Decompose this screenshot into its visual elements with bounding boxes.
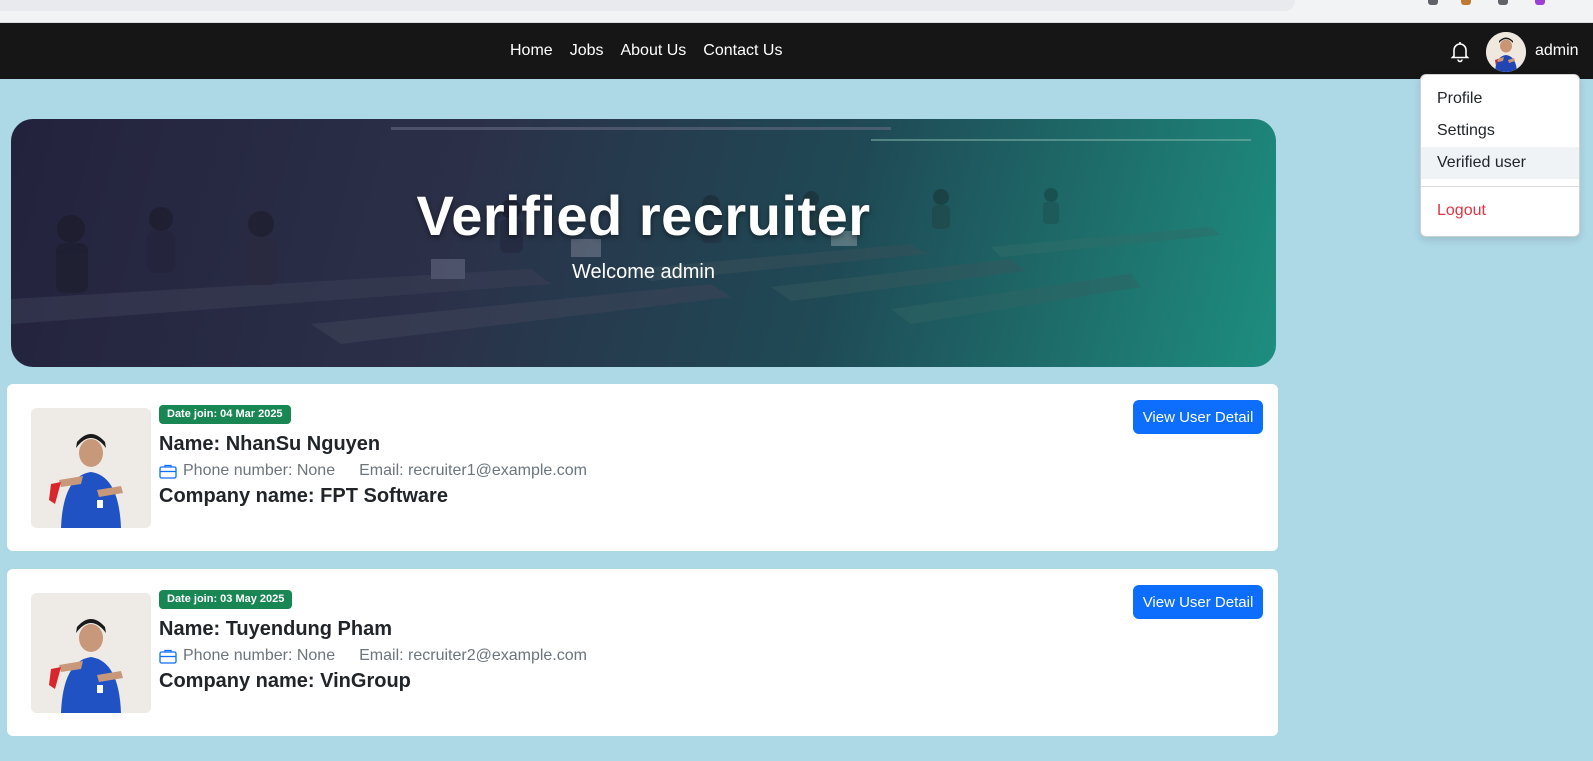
date-join-badge: Date join: 04 Mar 2025: [159, 405, 291, 424]
recruiter-contact: Phone number: None Email: recruiter2@exa…: [159, 647, 587, 665]
nav-link-home[interactable]: Home: [510, 42, 553, 60]
view-user-detail-button[interactable]: View User Detail: [1133, 400, 1263, 434]
nav-link-jobs[interactable]: Jobs: [570, 42, 604, 60]
extension-icon[interactable]: [1535, 0, 1545, 5]
address-bar[interactable]: [0, 0, 1295, 11]
bell-icon[interactable]: [1448, 39, 1472, 63]
extension-icon[interactable]: [1428, 0, 1438, 5]
briefcase-icon: [159, 464, 177, 479]
avatar[interactable]: [1486, 32, 1526, 72]
recruiter-phone: Phone number: None: [183, 462, 336, 479]
hero-title: Verified recruiter: [416, 184, 871, 247]
recruiter-card: Date join: 04 Mar 2025 Name: NhanSu Nguy…: [7, 384, 1278, 551]
recruiter-name: Name: NhanSu Nguyen: [159, 433, 381, 455]
recruiter-photo: [31, 408, 151, 528]
nav-username[interactable]: admin: [1535, 42, 1579, 60]
menu-item-profile[interactable]: Profile: [1421, 83, 1579, 115]
hero-banner: Verified recruiter Welcome admin: [11, 119, 1276, 367]
briefcase-icon: [159, 649, 177, 664]
recruiter-name: Name: Tuyendung Pham: [159, 618, 392, 640]
menu-item-settings[interactable]: Settings: [1421, 115, 1579, 147]
extension-icon[interactable]: [1461, 0, 1471, 5]
browser-toolbar: [0, 0, 1593, 23]
nav-link-contact-us[interactable]: Contact Us: [703, 42, 782, 60]
navbar: Home Jobs About Us Contact Us admin: [0, 23, 1593, 79]
date-join-badge: Date join: 03 May 2025: [159, 590, 293, 609]
extension-icon[interactable]: [1498, 0, 1508, 5]
recruiter-company: Company name: VinGroup: [159, 670, 411, 692]
nav-link-about-us[interactable]: About Us: [620, 42, 686, 60]
recruiter-company: Company name: FPT Software: [159, 485, 448, 507]
hero-subtitle: Welcome admin: [571, 261, 716, 283]
menu-item-logout[interactable]: Logout: [1421, 195, 1579, 227]
recruiter-email: Email: recruiter2@example.com: [359, 647, 587, 664]
recruiter-email: Email: recruiter1@example.com: [359, 462, 587, 479]
recruiter-card: Date join: 03 May 2025 Name: Tuyendung P…: [7, 569, 1278, 736]
recruiter-phone: Phone number: None: [183, 647, 336, 664]
user-dropdown-menu: Profile Settings Verified user Logout: [1420, 74, 1580, 237]
recruiter-contact: Phone number: None Email: recruiter1@exa…: [159, 462, 587, 480]
menu-item-verified-user[interactable]: Verified user: [1421, 147, 1579, 179]
menu-divider: [1421, 186, 1579, 187]
recruiter-photo: [31, 593, 151, 713]
nav-links: Home Jobs About Us Contact Us: [510, 23, 782, 79]
view-user-detail-button[interactable]: View User Detail: [1133, 585, 1263, 619]
